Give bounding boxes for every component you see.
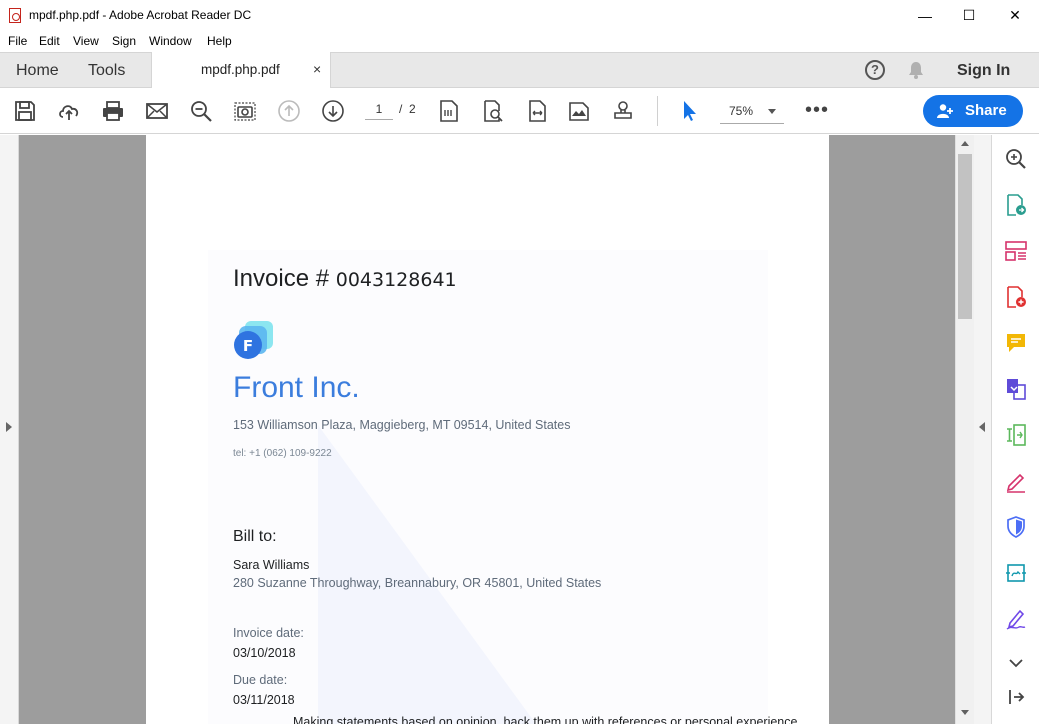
invoice-label: Invoice # (233, 265, 336, 292)
menu-window[interactable]: Window (149, 34, 192, 48)
bill-to-heading: Bill to: (233, 528, 277, 545)
invoice-title: Invoice # 0043128641 (233, 265, 457, 293)
snapshot-camera-icon[interactable] (233, 99, 257, 123)
tab-document[interactable]: mpdf.php.pdf × (151, 52, 331, 88)
email-icon[interactable] (145, 99, 169, 123)
fill-and-sign-icon[interactable] (1004, 469, 1028, 493)
document-canvas[interactable]: Invoice # 0043128641 F Front Inc. 153 Wi… (19, 135, 955, 724)
invoice-date-label: Invoice date: (233, 626, 304, 640)
request-signature-pen-icon[interactable] (1004, 607, 1028, 631)
print-icon[interactable] (101, 99, 125, 123)
organize-pages-icon[interactable] (1004, 239, 1028, 263)
share-button[interactable]: Share (923, 95, 1023, 127)
company-phone: tel: +1 (062) 109-9222 (233, 448, 332, 459)
total-pages: 2 (409, 102, 416, 116)
find-in-page-icon[interactable] (481, 99, 505, 123)
chevron-down-icon[interactable] (1004, 651, 1028, 675)
read-mode-icon[interactable] (567, 99, 591, 123)
sign-in-button[interactable]: Sign In (957, 62, 1010, 80)
pdf-page: Invoice # 0043128641 F Front Inc. 153 Wi… (146, 135, 829, 724)
zoom-dropdown[interactable]: 75% (720, 102, 784, 124)
vertical-scrollbar[interactable] (955, 135, 974, 724)
page-separator: / (399, 102, 403, 116)
tools-pane-collapse-toggle[interactable] (974, 135, 991, 724)
chevron-down-icon (768, 109, 776, 114)
export-pdf-icon[interactable] (1004, 193, 1028, 217)
actual-size-icon[interactable] (437, 99, 461, 123)
left-navigation-pane-toggle[interactable] (0, 135, 19, 724)
menu-sign[interactable]: Sign (112, 34, 136, 48)
menu-bar: File Edit View Sign Window Help (0, 31, 1039, 52)
protect-shield-icon[interactable] (1004, 515, 1028, 539)
zoom-out-search-icon[interactable] (189, 99, 213, 123)
edit-pdf-icon[interactable] (1004, 423, 1028, 447)
invoice-number: 0043128641 (335, 269, 457, 291)
menu-edit[interactable]: Edit (39, 34, 60, 48)
cut-off-text-line: Making statements based on opinion, back… (293, 715, 798, 724)
collapse-pane-icon[interactable] (1004, 685, 1028, 709)
save-icon[interactable] (13, 99, 37, 123)
send-for-signature-icon[interactable] (1004, 561, 1028, 585)
due-date-value: 03/11/2018 (233, 693, 295, 707)
notification-bell-icon[interactable] (908, 61, 924, 79)
tools-pane (991, 135, 1039, 724)
menu-help[interactable]: Help (207, 34, 232, 48)
zoom-value: 75% (729, 104, 754, 118)
stamp-icon[interactable] (611, 99, 635, 123)
close-tab-button[interactable]: × (313, 61, 321, 77)
zoom-search-icon[interactable] (1004, 147, 1028, 171)
upload-cloud-icon[interactable] (57, 99, 81, 123)
expand-right-arrow-icon (6, 422, 12, 432)
create-pdf-icon[interactable] (1004, 285, 1028, 309)
invoice-date-value: 03/10/2018 (233, 646, 296, 660)
acrobat-app-icon (9, 8, 21, 23)
tab-home[interactable]: Home (16, 62, 59, 80)
document-tab-label: mpdf.php.pdf (201, 62, 280, 77)
current-page-input[interactable]: 1 (365, 102, 393, 120)
close-window-button[interactable]: ✕ (992, 0, 1038, 31)
window-title: mpdf.php.pdf - Adobe Acrobat Reader DC (29, 8, 252, 22)
more-tools-button[interactable]: ••• (805, 99, 829, 122)
company-address: 153 Williamson Plaza, Maggieberg, MT 095… (233, 418, 571, 432)
tab-bar: Home Tools mpdf.php.pdf × ? Sign In (0, 52, 1039, 88)
comment-icon[interactable] (1004, 331, 1028, 355)
client-address: 280 Suzanne Throughway, Breannabury, OR … (233, 576, 602, 590)
minimize-button[interactable]: — (902, 0, 948, 31)
svg-text:F: F (243, 337, 253, 355)
company-name: Front Inc. (233, 371, 360, 404)
menu-view[interactable]: View (73, 34, 99, 48)
company-logo-icon: F (234, 321, 273, 359)
help-icon[interactable]: ? (865, 60, 885, 80)
add-person-icon (937, 104, 953, 118)
client-name: Sara Williams (233, 558, 310, 572)
share-label: Share (965, 102, 1007, 119)
scrollbar-thumb[interactable] (958, 154, 972, 319)
previous-page-icon[interactable] (277, 99, 301, 123)
title-bar: mpdf.php.pdf - Adobe Acrobat Reader DC —… (0, 0, 1039, 31)
due-date-label: Due date: (233, 673, 288, 687)
collapse-left-arrow-icon (979, 422, 985, 432)
next-page-icon[interactable] (321, 99, 345, 123)
scroll-down-arrow-icon[interactable] (961, 710, 969, 715)
main-toolbar: 1 / 2 75% ••• Share (0, 88, 1039, 134)
fit-width-icon[interactable] (525, 99, 549, 123)
scroll-up-arrow-icon[interactable] (961, 141, 969, 146)
maximize-button[interactable]: ☐ (946, 0, 992, 31)
toolbar-separator (657, 96, 658, 126)
tab-tools[interactable]: Tools (88, 62, 125, 80)
combine-files-icon[interactable] (1004, 377, 1028, 401)
menu-file[interactable]: File (8, 34, 27, 48)
select-cursor-icon[interactable] (678, 99, 702, 123)
